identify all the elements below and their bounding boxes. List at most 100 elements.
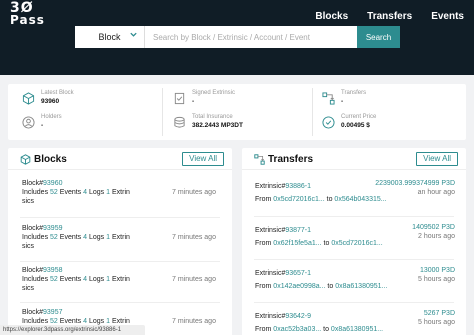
extrinsic-prefix: Extrinsic# (255, 227, 286, 234)
stats-divider (162, 88, 163, 136)
stat-value: 93960 (41, 98, 60, 105)
transfer-row[interactable]: Extrinsic#93642-9 5267 P3D 5 hours ago F… (255, 310, 455, 335)
events-count[interactable]: 52 (50, 234, 58, 241)
from-label: From (255, 283, 272, 290)
block-link[interactable]: Block#93959 (22, 224, 222, 233)
extrinsics-count[interactable]: 1 (106, 318, 110, 325)
from-label: From (255, 196, 272, 203)
extrinsic-link[interactable]: Extrinsic#93642-9 (255, 312, 311, 321)
extrinsic-id[interactable]: 93886-1 (285, 183, 311, 190)
block-row[interactable]: Block#93958 Includes 52 Events 4 Logs 1 … (22, 266, 222, 296)
stat-label: Transfers (341, 90, 367, 96)
extrinsic-id[interactable]: 93657-1 (285, 270, 311, 277)
search-button[interactable]: Search (357, 26, 400, 48)
to-address[interactable]: 0x8a61380951... (331, 326, 383, 333)
events-count[interactable]: 52 (50, 276, 58, 283)
extrinsics-label: Extrin (112, 318, 130, 325)
stat-transfers: Transfers - (322, 90, 462, 112)
top-header: 3Ø Pass Blocks Transfers Events Block Se… (0, 0, 474, 75)
search-type-select[interactable]: Block (75, 26, 145, 48)
from-address[interactable]: 0xac52b3a03... (273, 326, 321, 333)
block-link[interactable]: Block#93960 (22, 179, 222, 188)
stat-value: - (192, 98, 195, 105)
to-address[interactable]: 0x5cd72016c1... (331, 240, 382, 247)
extrinsics-label: Extrin (112, 189, 130, 196)
blocks-panel: Blocks View All Block#93960 Includes 52 … (8, 148, 232, 335)
status-bar-url: https://explorer.3dpass.org/extrinsic/93… (0, 325, 145, 335)
transfer-time: an hour ago (417, 189, 455, 196)
transfer-amount: 5267 P3D (423, 310, 455, 317)
extrinsics-label-wrap: sics (22, 198, 35, 205)
logs-count[interactable]: 4 (83, 189, 87, 196)
block-number[interactable]: 93958 (43, 267, 62, 274)
logo[interactable]: 3Ø Pass (10, 1, 45, 27)
from-address[interactable]: 0x142ae0998a... (273, 283, 325, 290)
extrinsics-count[interactable]: 1 (106, 234, 110, 241)
extrinsic-prefix: Extrinsic# (255, 313, 286, 320)
block-number[interactable]: 93957 (43, 309, 62, 316)
transfers-panel: Transfers View All Extrinsic#93886-1 223… (242, 148, 466, 335)
transfers-title: Transfers (268, 154, 314, 165)
blocks-header: Blocks View All (8, 148, 232, 170)
block-row[interactable]: Block#93960 Includes 52 Events 4 Logs 1 … (22, 179, 222, 209)
extrinsics-count[interactable]: 1 (106, 189, 110, 196)
nav-blocks[interactable]: Blocks (315, 11, 348, 22)
stat-holders: Holders - (22, 114, 162, 136)
extrinsics-count[interactable]: 1 (106, 276, 110, 283)
search-input[interactable] (145, 26, 357, 48)
stat-value: - (341, 98, 344, 105)
logs-label: Logs (89, 189, 105, 196)
block-number[interactable]: 93960 (43, 180, 62, 187)
stat-total-insurance: Total Insurance 382.2443 MP3DT (173, 114, 313, 136)
from-address[interactable]: 0x62f15fe5a1... (273, 240, 321, 247)
nav-transfers[interactable]: Transfers (367, 11, 412, 22)
logo-text: Pass (10, 13, 45, 27)
cube-icon (20, 154, 31, 165)
to-address[interactable]: 0x564b043315... (334, 196, 386, 203)
transfers-view-all-button[interactable]: View All (416, 152, 458, 166)
blocks-title: Blocks (34, 154, 67, 165)
extrinsic-id[interactable]: 93642-9 (285, 313, 311, 320)
to-label: to (323, 240, 330, 247)
stat-current-price: Current Price 0.00495 $ (322, 114, 462, 136)
events-label: Events (59, 234, 82, 241)
extrinsic-link[interactable]: Extrinsic#93877-1 (255, 226, 311, 235)
logs-count[interactable]: 4 (83, 318, 87, 325)
logs-label: Logs (89, 234, 105, 241)
transfer-row[interactable]: Extrinsic#93877-1 1409502 P3D 2 hours ag… (255, 224, 455, 256)
block-time: 7 minutes ago (172, 276, 216, 283)
price-icon (322, 116, 335, 129)
transfer-row[interactable]: Extrinsic#93886-1 2239003.999374999 P3D … (255, 180, 455, 212)
stat-label: Signed Extrinsic (192, 90, 236, 96)
extrinsics-label-wrap: sics (22, 243, 35, 250)
blocks-view-all-button[interactable]: View All (182, 152, 224, 166)
transfer-route: From 0x5cd72016c1... to 0x564b043315... (255, 195, 387, 204)
block-link[interactable]: Block#93957 (22, 308, 222, 317)
includes-label: Includes (22, 318, 49, 325)
logs-count[interactable]: 4 (83, 276, 87, 283)
events-count[interactable]: 52 (50, 189, 58, 196)
nav-events[interactable]: Events (431, 11, 464, 22)
events-label: Events (59, 189, 82, 196)
extrinsic-id[interactable]: 93877-1 (285, 227, 311, 234)
extrinsic-link[interactable]: Extrinsic#93886-1 (255, 182, 311, 191)
row-divider (254, 302, 454, 303)
stat-value: - (41, 122, 44, 129)
row-divider (20, 261, 220, 262)
stat-label: Total Insurance (192, 114, 233, 120)
to-address[interactable]: 0x8a61380951... (335, 283, 387, 290)
block-number[interactable]: 93959 (43, 225, 62, 232)
logs-count[interactable]: 4 (83, 234, 87, 241)
events-count[interactable]: 52 (50, 318, 58, 325)
extrinsics-label: Extrin (112, 276, 130, 283)
row-divider (20, 302, 220, 303)
from-address[interactable]: 0x5cd72016c1... (273, 196, 324, 203)
block-row[interactable]: Block#93959 Includes 52 Events 4 Logs 1 … (22, 224, 222, 254)
row-divider (20, 217, 220, 218)
block-time: 7 minutes ago (172, 318, 216, 325)
extrinsic-link[interactable]: Extrinsic#93657-1 (255, 269, 311, 278)
stat-value: 0.00495 $ (341, 122, 370, 129)
transfer-row[interactable]: Extrinsic#93657-1 13000 P3D 5 hours ago … (255, 267, 455, 299)
block-link[interactable]: Block#93958 (22, 266, 222, 275)
chevron-down-icon (130, 32, 137, 37)
